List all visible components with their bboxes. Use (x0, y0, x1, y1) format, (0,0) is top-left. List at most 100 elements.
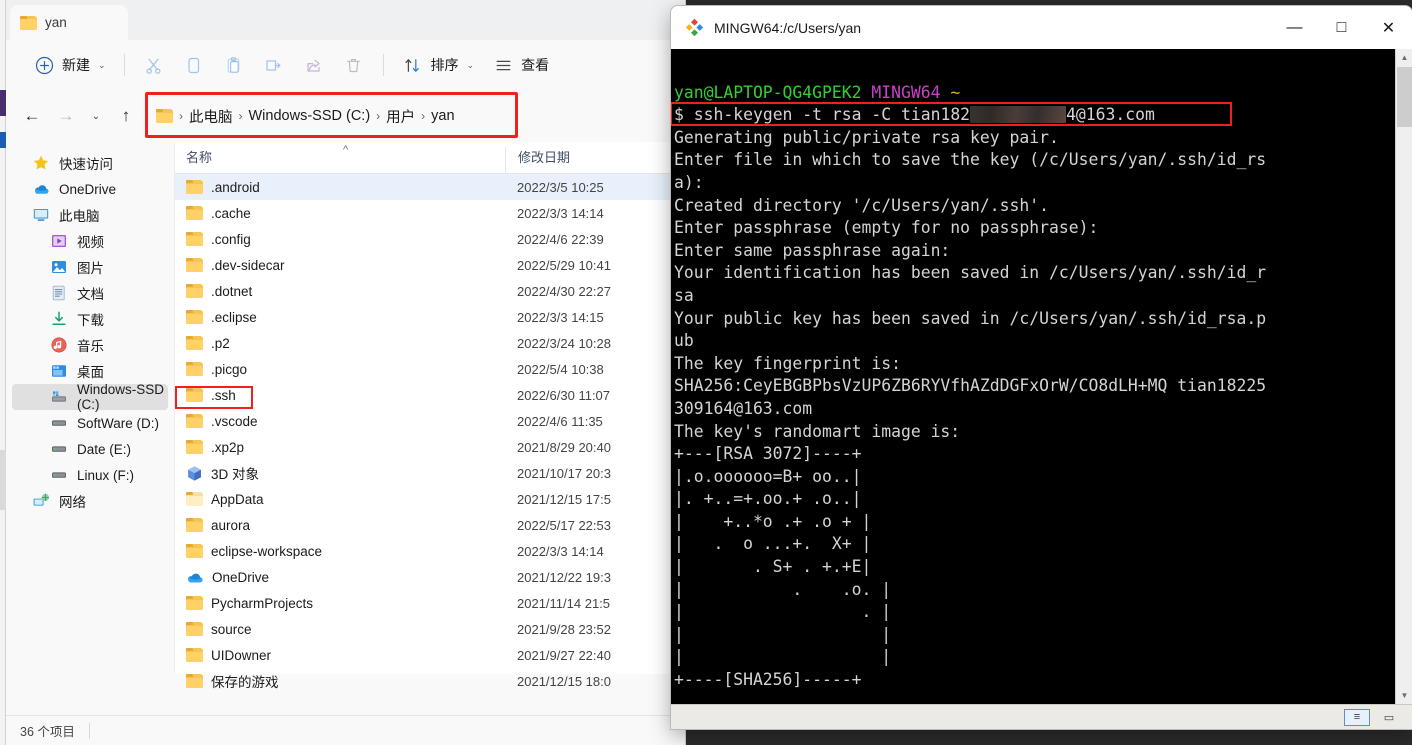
file-name-label: .ssh (211, 387, 236, 403)
share-button[interactable] (294, 48, 334, 82)
table-row[interactable]: PycharmProjects 2021/11/14 21:5 (175, 590, 685, 616)
explorer-body: 快速访问 OneDrive 此电脑 视频图片文档 下载 音乐桌面 Windows-SSD (… (6, 142, 685, 690)
mintty-terminal-window: MINGW64:/c/Users/yan — □ ✕ yan@LAPTOP-QG… (671, 6, 1412, 729)
column-header-name[interactable]: 名称 (175, 147, 505, 173)
breadcrumb-item-2[interactable]: 用户 (386, 106, 415, 127)
explorer-toolbar: 新建 ⌄ 排序 ⌄ 查看 (6, 40, 685, 90)
sidebar-item-4[interactable]: 图片 (12, 254, 168, 280)
terminal-scrollbar[interactable]: ▲ ▼ (1395, 49, 1412, 704)
scrollbar-thumb[interactable] (1397, 67, 1412, 127)
cut-button[interactable] (134, 48, 174, 82)
table-row[interactable]: .vscode 2022/4/6 11:35 (175, 408, 685, 434)
sidebar-item-2[interactable]: 此电脑 (12, 202, 168, 228)
table-row[interactable]: .ssh 2022/6/30 11:07 (175, 382, 685, 409)
sidebar-item-13[interactable]: 网络 (12, 488, 168, 514)
sidebar-item-3[interactable]: 视频 (12, 228, 168, 254)
recent-locations-button[interactable]: ⌄ (84, 100, 108, 132)
sidebar-item-label: 图片 (77, 261, 104, 276)
terminal-resize-grip[interactable]: ▭ (1376, 709, 1402, 726)
sidebar-item-label: 网络 (59, 495, 86, 510)
file-name-label: source (211, 621, 252, 637)
command-highlight-wrapper: $ ssh-keygen -t rsa -C tian182 4@163.com (671, 102, 1232, 127)
table-row[interactable]: .xp2p 2021/8/29 20:40 (175, 434, 685, 460)
scroll-down-arrow-icon[interactable]: ▼ (1396, 687, 1412, 704)
file-name-label: PycharmProjects (211, 595, 314, 611)
folder-icon (186, 232, 203, 246)
table-row[interactable]: aurora 2022/5/17 22:53 (175, 512, 685, 538)
table-row[interactable]: 保存的游戏 2021/12/15 18:0 (175, 668, 685, 694)
terminal-screen[interactable]: yan@LAPTOP-QG4GPEK2 MINGW64 ~ $ ssh-keyge… (671, 49, 1412, 704)
sidebar-item-7[interactable]: 音乐 (12, 332, 168, 358)
table-row[interactable]: .config 2022/4/6 22:39 (175, 226, 685, 252)
sidebar-item-5[interactable]: 文档 (12, 280, 168, 306)
sidebar-item-0[interactable]: 快速访问 (12, 150, 168, 176)
file-name-label: 保存的游戏 (211, 675, 279, 690)
sort-button[interactable]: 排序 ⌄ (393, 48, 484, 82)
file-name-cell: eclipse-workspace (175, 544, 505, 559)
table-row[interactable]: .p2 2022/3/24 10:28 (175, 330, 685, 356)
delete-button[interactable] (334, 48, 374, 82)
sidebar-item-8[interactable]: 桌面 (12, 358, 168, 384)
terminal-menu-button[interactable]: ≡ (1344, 708, 1370, 726)
terminal-title-bar[interactable]: MINGW64:/c/Users/yan — □ ✕ (671, 6, 1412, 49)
terminal-output-line: The key's randomart image is: (674, 421, 961, 441)
minimize-button[interactable]: — (1271, 6, 1318, 49)
file-name-cell: .android (175, 180, 505, 195)
back-button[interactable]: ← (16, 100, 48, 132)
prompt-sigil: $ (674, 105, 684, 125)
toolbar-divider (382, 54, 384, 76)
forward-button[interactable]: → (50, 100, 82, 132)
up-button[interactable]: ↑ (110, 100, 142, 132)
table-row[interactable]: .eclipse 2022/3/3 14:15 (175, 304, 685, 330)
table-row[interactable]: .dotnet 2022/4/30 22:27 (175, 278, 685, 304)
breadcrumb-item-1[interactable]: Windows-SSD (C:) (249, 108, 371, 124)
close-button[interactable]: ✕ (1365, 6, 1412, 49)
folder-icon (186, 648, 203, 662)
breadcrumb-separator: › (238, 109, 243, 123)
table-row[interactable]: .dev-sidecar 2022/5/29 10:41 (175, 252, 685, 278)
table-row[interactable]: OneDrive 2021/12/22 19:3 (175, 564, 685, 590)
new-button[interactable]: 新建 ⌄ (24, 48, 115, 82)
screen: yan 新建 ⌄ 排序 ⌄ 查看 ← → ⌄ ↑ › 此电脑 › Windows… (0, 0, 1412, 745)
sidebar-item-10[interactable]: SoftWare (D:) (12, 410, 168, 436)
sidebar-item-label: SoftWare (D:) (77, 415, 160, 431)
explorer-tab-yan[interactable]: yan (10, 5, 128, 40)
paste-button[interactable] (214, 48, 254, 82)
table-row[interactable]: source 2021/9/28 23:52 (175, 616, 685, 642)
table-row[interactable]: .picgo 2022/5/4 10:38 (175, 356, 685, 382)
table-row[interactable]: .android 2022/3/5 10:25 (175, 174, 685, 200)
breadcrumb-item-0[interactable]: 此电脑 (189, 106, 233, 127)
view-button[interactable]: 查看 (483, 48, 558, 82)
table-row[interactable]: UIDowner 2021/9/27 22:40 (175, 642, 685, 668)
sidebar-item-12[interactable]: Linux (F:) (12, 462, 168, 488)
terminal-output-line: Created directory '/c/Users/yan/.ssh'. (674, 195, 1049, 215)
prompt-path: ~ (950, 82, 961, 102)
file-date-cell: 2022/3/24 10:28 (517, 335, 611, 351)
rename-button[interactable] (254, 48, 294, 82)
sidebar-item-1[interactable]: OneDrive (12, 176, 168, 202)
file-name-cell: .picgo (175, 362, 505, 377)
terminal-footer: ≡ ▭ (671, 704, 1412, 729)
breadcrumb[interactable]: › 此电脑 › Windows-SSD (C:) › 用户 › yan (152, 104, 455, 128)
scroll-up-arrow-icon[interactable]: ▲ (1396, 49, 1412, 66)
column-header-date[interactable]: 修改日期 (505, 147, 685, 173)
sidebar-item-11[interactable]: Date (E:) (12, 436, 168, 462)
maximize-button[interactable]: □ (1318, 6, 1365, 49)
videos-icon (50, 232, 68, 250)
sidebar-item-label: 快速访问 (59, 157, 113, 172)
sidebar-item-9[interactable]: Windows-SSD (C:) (12, 382, 168, 412)
breadcrumb-item-3[interactable]: yan (431, 108, 454, 124)
sidebar-item-label: 桌面 (77, 365, 104, 380)
copy-button[interactable] (174, 48, 214, 82)
table-row[interactable]: eclipse-workspace 2022/3/3 14:14 (175, 538, 685, 564)
sidebar-item-6[interactable]: 下载 (12, 306, 168, 332)
terminal-output-line: | . | (674, 602, 892, 622)
file-name-label: .p2 (211, 335, 230, 351)
folder-icon (20, 15, 37, 30)
table-row[interactable]: 3D 对象 2021/10/17 20:3 (175, 460, 685, 486)
table-row[interactable]: AppData 2021/12/15 17:5 (175, 486, 685, 512)
terminal-output-line: | | (674, 647, 892, 667)
table-row[interactable]: .cache 2022/3/3 14:14 (175, 200, 685, 226)
terminal-output-line: | | (674, 624, 892, 644)
